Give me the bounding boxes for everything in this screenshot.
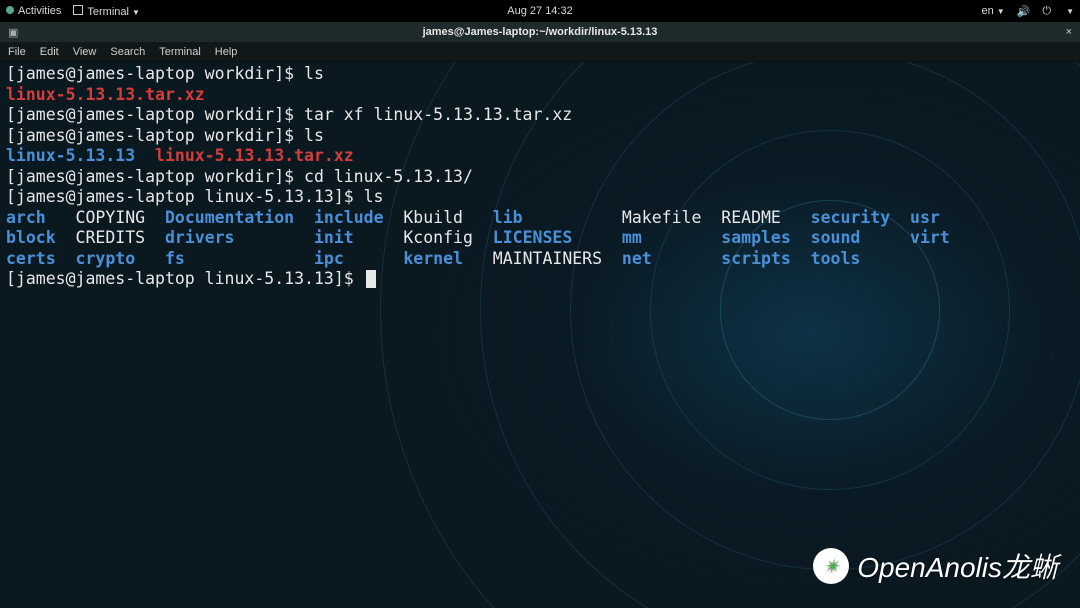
menu-help[interactable]: Help <box>215 46 238 58</box>
menu-view[interactable]: View <box>73 46 97 58</box>
wechat-icon: ✴ <box>813 548 849 584</box>
terminal-titlebar: ▣ james@James-laptop:~/workdir/linux-5.1… <box>0 22 1080 42</box>
terminal-viewport[interactable]: [james@james-laptop workdir]$ lslinux-5.… <box>0 62 1080 292</box>
lang-indicator[interactable]: en▼ <box>982 5 1005 17</box>
activities-button[interactable]: Activities <box>6 5 61 17</box>
gnome-topbar: Activities Terminal▼ Aug 27 14:32 en▼ 🔊 … <box>0 0 1080 22</box>
watermark-text: OpenAnolis龙蜥 <box>857 546 1058 586</box>
power-icon[interactable]: ⏻ <box>1042 5 1051 18</box>
terminal-cursor <box>366 270 376 288</box>
appmenu-button[interactable]: Terminal▼ <box>73 5 140 18</box>
watermark: ✴ OpenAnolis龙蜥 <box>813 546 1058 586</box>
close-button[interactable]: × <box>1066 26 1072 38</box>
terminal-doc-icon: ▣ <box>8 26 18 39</box>
menu-search[interactable]: Search <box>110 46 145 58</box>
menu-file[interactable]: File <box>8 46 26 58</box>
volume-icon[interactable]: 🔊 <box>1017 5 1031 18</box>
system-menu-chevron-icon[interactable]: ▼ <box>1066 7 1074 16</box>
menu-edit[interactable]: Edit <box>40 46 59 58</box>
clock[interactable]: Aug 27 14:32 <box>507 5 572 17</box>
terminal-menubar: File Edit View Search Terminal Help <box>0 42 1080 62</box>
menu-terminal[interactable]: Terminal <box>159 46 201 58</box>
window-title: james@James-laptop:~/workdir/linux-5.13.… <box>423 26 658 38</box>
